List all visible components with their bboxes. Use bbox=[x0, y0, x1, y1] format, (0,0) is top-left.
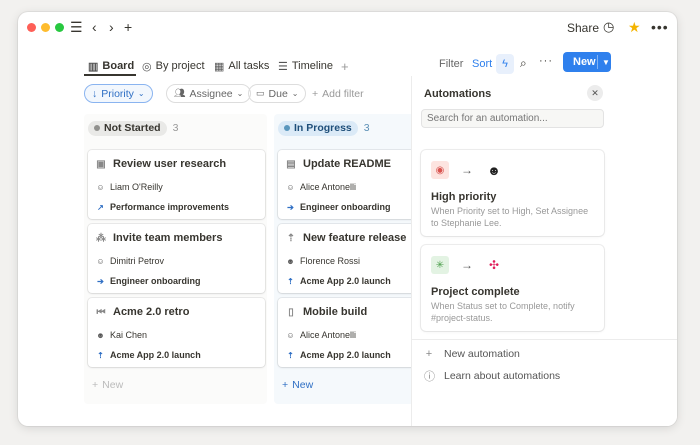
learn-automations-link[interactable]: ⓘ Learn about automations bbox=[424, 368, 560, 384]
new-automation-button[interactable]: + New automation bbox=[424, 348, 520, 360]
phone-icon: ▯ bbox=[288, 306, 294, 318]
timeline-icon: ☰ bbox=[278, 60, 288, 73]
column-not-started: Not Started 3 ▣ Review user research ☺ L… bbox=[84, 114, 267, 404]
automation-search-input[interactable] bbox=[421, 109, 604, 128]
divider bbox=[412, 339, 677, 340]
avatar: ☺ bbox=[96, 256, 105, 266]
slack-icon: ✣ bbox=[488, 258, 500, 272]
table-icon: ▦ bbox=[214, 60, 225, 73]
minimize-window-button[interactable] bbox=[41, 23, 50, 32]
calendar-icon: ▭ bbox=[256, 88, 265, 98]
task-card[interactable]: ▣ Review user research ☺ Liam O'Reilly ↗… bbox=[88, 150, 265, 219]
column-count: 3 bbox=[363, 122, 370, 134]
sort-button[interactable]: Sort bbox=[472, 58, 492, 70]
app-window: ☰ ‹ › + Share ◷ ★ ••• ▥ Board ◎ By proje… bbox=[18, 12, 677, 426]
add-filter-button[interactable]: + Add filter bbox=[305, 84, 371, 103]
column-in-progress: In Progress 3 ▤ Update README ☺ Alice An… bbox=[274, 114, 411, 404]
arrow-right-icon: → bbox=[461, 163, 473, 177]
tab-by-project[interactable]: ◎ By project bbox=[142, 56, 205, 76]
close-window-button[interactable] bbox=[27, 23, 36, 32]
document-icon: ▤ bbox=[286, 158, 296, 170]
arrow-down-icon: ↓ bbox=[92, 87, 98, 100]
tab-board[interactable]: ▥ Board bbox=[88, 56, 134, 76]
plus-icon: + bbox=[341, 58, 349, 74]
chevron-down-icon: ⌄ bbox=[291, 89, 299, 98]
avatar: ☻ bbox=[487, 162, 501, 178]
arrow-circle-icon: ➔ bbox=[287, 202, 294, 212]
chevron-right-icon[interactable]: › bbox=[109, 19, 114, 35]
rocket-icon: ⇡ bbox=[287, 276, 294, 286]
arrow-circle-icon: ➔ bbox=[97, 276, 104, 286]
plus-icon: + bbox=[282, 379, 289, 391]
close-icon[interactable]: ✕ bbox=[587, 85, 603, 101]
search-icon[interactable]: ⌕ bbox=[520, 56, 527, 71]
rocket-icon: ⇡ bbox=[97, 350, 104, 360]
avatar: ☺ bbox=[286, 182, 295, 192]
clipboard-icon: ▣ bbox=[96, 158, 106, 170]
column-count: 3 bbox=[172, 122, 179, 134]
share-button[interactable]: Share bbox=[567, 21, 599, 35]
plus-icon[interactable]: + bbox=[124, 19, 132, 35]
priority-trigger-icon: ◉ bbox=[431, 161, 449, 179]
filter-bar: ↓ Priority ⌄ 👥︎ Assignee ⌄ ▭ Due ⌄ + Add… bbox=[18, 82, 411, 106]
star-icon[interactable]: ★ bbox=[628, 19, 641, 35]
assignee-filter[interactable]: 👥︎ Assignee ⌄ bbox=[166, 84, 252, 103]
avatar: ☺ bbox=[96, 182, 105, 192]
chevron-down-icon[interactable]: ▼ bbox=[598, 58, 610, 67]
board: Not Started 3 ▣ Review user research ☺ L… bbox=[84, 114, 411, 426]
task-card[interactable]: ⏮︎ Acme 2.0 retro ☻ Kai Chen ⇡ Acme App … bbox=[88, 298, 265, 367]
arrow-right-icon: → bbox=[461, 258, 473, 272]
new-button[interactable]: New ▼ bbox=[563, 52, 611, 72]
people-icon: ⁂ bbox=[96, 232, 106, 244]
lightning-icon: ϟ bbox=[502, 58, 508, 70]
priority-filter[interactable]: ↓ Priority ⌄ bbox=[84, 84, 153, 103]
automation-card-project-complete[interactable]: ✳ → ✣ Project complete When Status set t… bbox=[421, 245, 604, 331]
active-tab-indicator bbox=[84, 74, 136, 76]
chevron-down-icon: ⌄ bbox=[236, 89, 244, 98]
task-card[interactable]: ⇡ New feature release ☻ Florence Rossi ⇡… bbox=[278, 224, 411, 293]
avatar: ☻ bbox=[96, 330, 105, 340]
plus-icon: + bbox=[312, 87, 319, 100]
status-badge[interactable]: In Progress bbox=[278, 120, 358, 136]
tab-all-tasks[interactable]: ▦ All tasks bbox=[214, 56, 269, 76]
task-card[interactable]: ⁂ Invite team members ☺ Dimitri Petrov ➔… bbox=[88, 224, 265, 293]
status-trigger-icon: ✳ bbox=[431, 256, 449, 274]
board-icon: ▥ bbox=[88, 60, 99, 73]
clock-icon[interactable]: ◷ bbox=[603, 19, 614, 35]
chevron-down-icon: ⌄ bbox=[137, 89, 145, 98]
help-icon: ⓘ bbox=[424, 371, 435, 383]
chevron-left-icon[interactable]: ‹ bbox=[92, 19, 97, 35]
avatar: ☺ bbox=[286, 330, 295, 340]
task-card[interactable]: ▯ Mobile build ☺ Alice Antonelli ⇡ Acme … bbox=[278, 298, 411, 367]
panel-title: Automations bbox=[424, 88, 492, 100]
rocket-icon: ⇡ bbox=[287, 350, 294, 360]
more-icon[interactable]: ··· bbox=[539, 55, 553, 67]
automation-card-high-priority[interactable]: ◉ → ☻ High priority When Priority set to… bbox=[421, 150, 604, 236]
automations-panel: Automations ✕ ◉ → ☻ High priority When P… bbox=[411, 76, 677, 426]
plus-icon: + bbox=[92, 379, 99, 391]
filter-button[interactable]: Filter bbox=[439, 58, 463, 70]
people-icon: 👥︎ bbox=[174, 88, 186, 98]
due-filter[interactable]: ▭ Due ⌄ bbox=[248, 84, 307, 103]
new-card-button[interactable]: + New bbox=[92, 379, 123, 391]
add-view-button[interactable]: + bbox=[341, 56, 349, 76]
avatar: ☻ bbox=[286, 256, 295, 266]
rewind-icon: ⏮︎ bbox=[96, 306, 106, 318]
title-bar: ☰ ‹ › + Share ◷ ★ ••• bbox=[18, 12, 677, 42]
task-card[interactable]: ▤ Update README ☺ Alice Antonelli ➔ Engi… bbox=[278, 150, 411, 219]
target-icon: ◎ bbox=[142, 60, 152, 73]
tab-timeline[interactable]: ☰ Timeline bbox=[278, 56, 333, 76]
rocket-icon: ⇡ bbox=[286, 232, 296, 244]
plus-icon: + bbox=[425, 348, 433, 360]
chart-icon: ↗ bbox=[97, 202, 104, 212]
automations-button[interactable]: ϟ bbox=[496, 54, 514, 74]
status-badge[interactable]: Not Started bbox=[88, 120, 167, 136]
zoom-window-button[interactable] bbox=[55, 23, 64, 32]
new-card-button[interactable]: + New bbox=[282, 379, 313, 391]
more-icon[interactable]: ••• bbox=[651, 19, 669, 35]
menu-icon[interactable]: ☰ bbox=[70, 19, 83, 35]
